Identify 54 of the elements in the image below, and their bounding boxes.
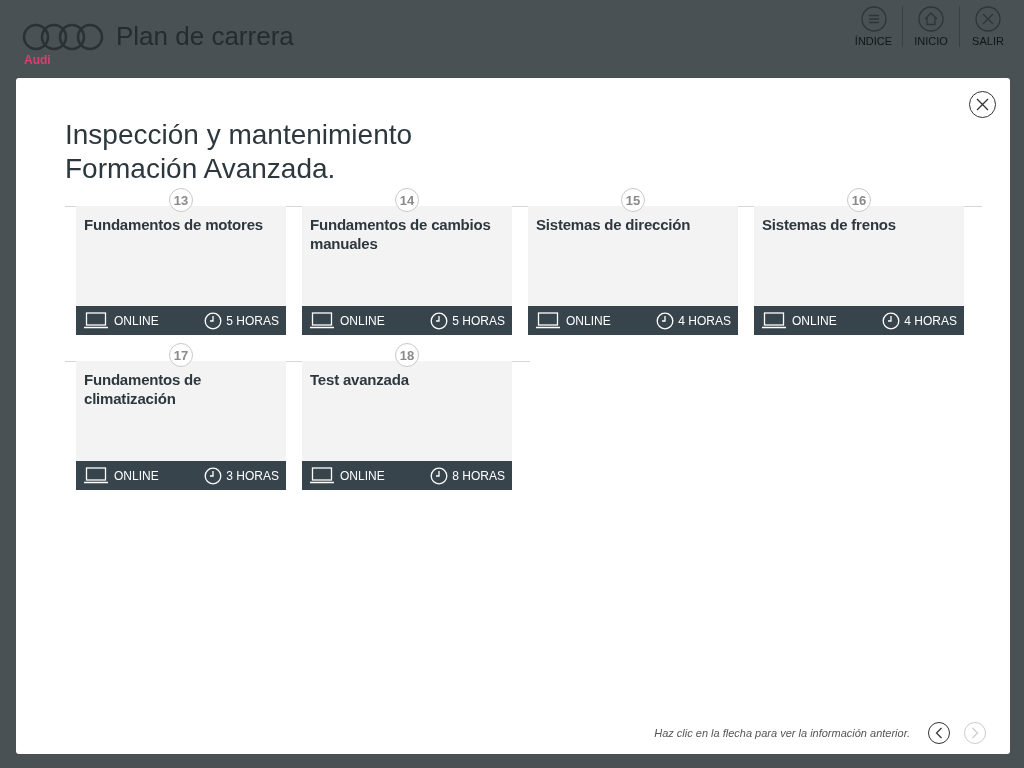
home-icon bbox=[918, 6, 944, 32]
course-number: 14 bbox=[395, 188, 419, 212]
course-title: Fundamentos de climatización bbox=[83, 370, 203, 408]
clock-icon bbox=[204, 311, 223, 330]
modal-title: Inspección y mantenimiento Formación Avanzada. bbox=[65, 118, 414, 186]
duration-label: 4 HORAS bbox=[904, 313, 957, 328]
course-title: Fundamentos de cambios manuales bbox=[309, 215, 492, 253]
course-card[interactable]: Test avanzada ONLINE 8 HORAS bbox=[302, 361, 512, 490]
clock-icon bbox=[882, 311, 901, 330]
course-number: 18 bbox=[395, 343, 419, 367]
duration-label: 3 HORAS bbox=[226, 468, 279, 483]
course-card[interactable]: Sistemas de frenos ONLINE 4 HORAS bbox=[754, 206, 964, 335]
course-title: Test avanzada bbox=[309, 370, 410, 389]
duration-label: 5 HORAS bbox=[452, 313, 505, 328]
mode-label: ONLINE bbox=[340, 468, 385, 483]
logo-text: Audi bbox=[24, 52, 51, 67]
course-card[interactable]: Fundamentos de motores ONLINE 5 HORAS bbox=[76, 206, 286, 335]
duration-label: 5 HORAS bbox=[226, 313, 279, 328]
course-title: Sistemas de dirección bbox=[535, 215, 692, 234]
laptop-icon bbox=[84, 467, 108, 484]
course-title: Sistemas de frenos bbox=[761, 215, 897, 234]
clock-icon bbox=[430, 311, 449, 330]
mode-label: ONLINE bbox=[340, 313, 385, 328]
close-button[interactable] bbox=[969, 91, 996, 118]
rings-logo-icon bbox=[22, 21, 106, 52]
mode-label: ONLINE bbox=[792, 313, 837, 328]
laptop-icon bbox=[310, 312, 334, 329]
course-number: 17 bbox=[169, 343, 193, 367]
course-number: 15 bbox=[621, 188, 645, 212]
close-icon bbox=[975, 6, 1001, 32]
clock-icon bbox=[656, 311, 675, 330]
previous-button[interactable] bbox=[928, 722, 950, 744]
course-card[interactable]: Fundamentos de cambios manuales ONLINE 5 HORAS bbox=[302, 206, 512, 335]
mode-label: ONLINE bbox=[114, 313, 159, 328]
chevron-left-icon bbox=[935, 727, 943, 739]
course-number: 13 bbox=[169, 188, 193, 212]
chevron-right-icon bbox=[971, 727, 979, 739]
course-card[interactable]: Fundamentos de climatización ONLINE 3 HORAS bbox=[76, 361, 286, 490]
clock-icon bbox=[430, 466, 449, 485]
laptop-icon bbox=[84, 312, 108, 329]
hint-text: Haz clic en la flecha para ver la información anterior. bbox=[654, 727, 910, 739]
clock-icon bbox=[204, 466, 223, 485]
duration-label: 4 HORAS bbox=[678, 313, 731, 328]
mode-label: ONLINE bbox=[114, 468, 159, 483]
mode-label: ONLINE bbox=[566, 313, 611, 328]
duration-label: 8 HORAS bbox=[452, 468, 505, 483]
laptop-icon bbox=[762, 312, 786, 329]
close-icon bbox=[976, 98, 989, 111]
course-number: 16 bbox=[847, 188, 871, 212]
laptop-icon bbox=[536, 312, 560, 329]
course-card[interactable]: Sistemas de dirección ONLINE 4 HORAS bbox=[528, 206, 738, 335]
course-title: Fundamentos de motores bbox=[83, 215, 264, 234]
menu-icon bbox=[860, 6, 887, 32]
laptop-icon bbox=[310, 467, 334, 484]
